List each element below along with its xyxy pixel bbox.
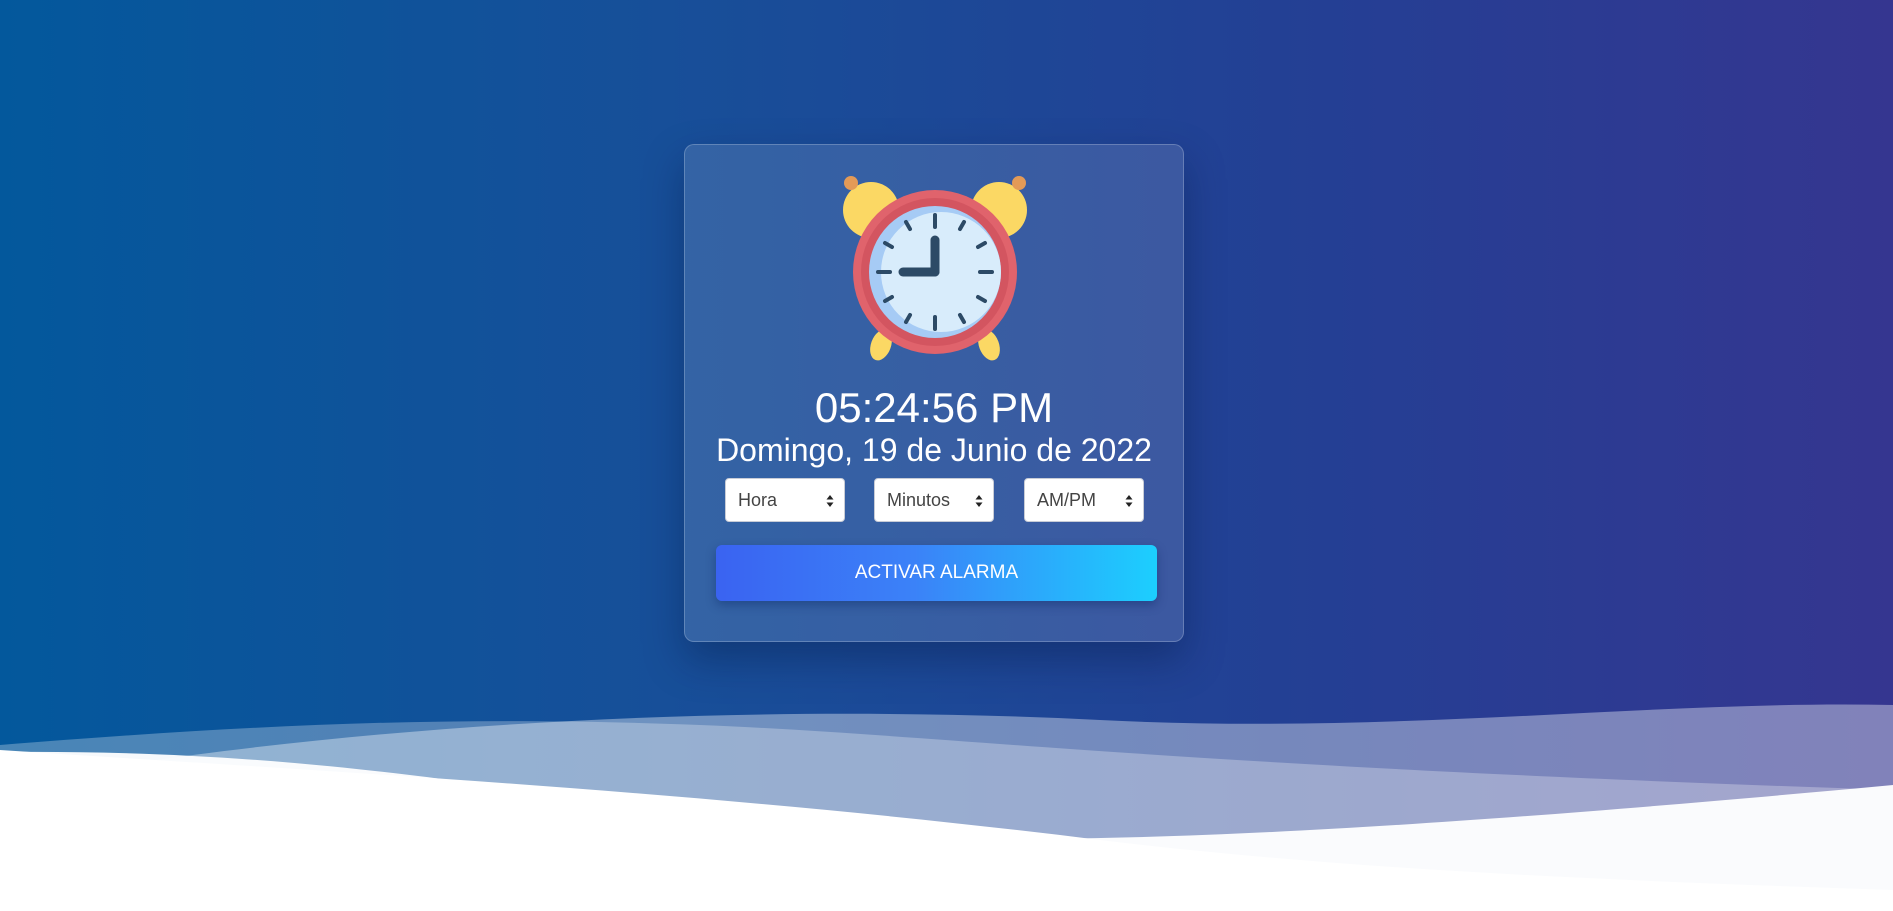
ampm-select[interactable]: AM/PM <box>1024 478 1144 522</box>
ampm-select-value: AM/PM <box>1037 490 1097 510</box>
sort-arrows-icon <box>975 495 983 507</box>
alarm-card: 05:24:56 PM Domingo, 19 de Junio de 2022… <box>684 144 1184 642</box>
current-date: Domingo, 19 de Junio de 2022 <box>716 432 1152 468</box>
alarm-page: 05:24:56 PM Domingo, 19 de Junio de 2022… <box>0 0 1893 911</box>
hour-select-value: Hora <box>738 490 778 510</box>
sort-arrows-icon <box>1125 495 1133 507</box>
minute-select[interactable]: Minutos <box>874 478 994 522</box>
minute-select-value: Minutos <box>887 490 951 510</box>
alarm-selects: Hora Minutos AM/PM <box>685 478 1183 522</box>
hour-select[interactable]: Hora <box>725 478 845 522</box>
wave-background <box>0 704 1893 911</box>
alarm-clock-icon <box>843 176 1027 361</box>
activate-alarm-button[interactable]: ACTIVAR ALARMA <box>716 545 1157 601</box>
sort-arrows-icon <box>826 495 834 507</box>
